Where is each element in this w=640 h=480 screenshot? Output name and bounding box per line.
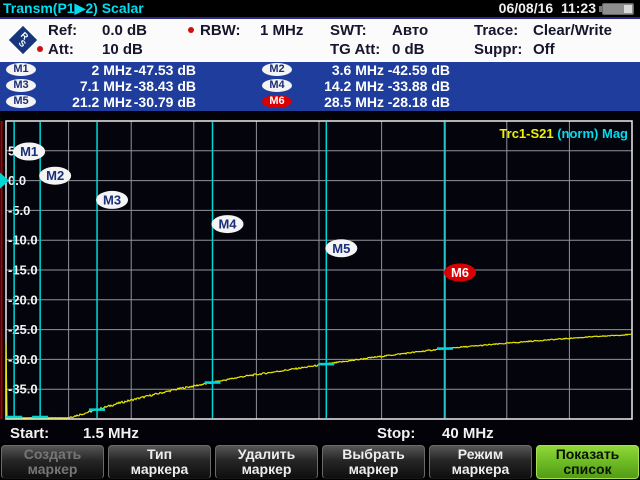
- setting-label: RBW:: [200, 22, 241, 39]
- setting-label: Att:: [48, 41, 74, 58]
- marker-frequency: 7.1 MHz: [79, 78, 132, 94]
- setting-value: 0 dB: [392, 41, 425, 58]
- marker-badge-m1[interactable]: M1: [6, 63, 36, 76]
- start-label: Start:: [10, 425, 50, 442]
- marker-badge-m3[interactable]: M3: [6, 79, 36, 92]
- marker-badge-m6-active[interactable]: M6: [262, 95, 292, 108]
- analyzer-screen: Transm(P1▶2) Scalar 06/08/16 11:23 R S R…: [0, 0, 640, 480]
- marker-frequency: 2 MHz: [91, 62, 132, 78]
- marker-level: -38.43 dB: [133, 78, 196, 94]
- setting-label: TG Att:: [330, 41, 381, 58]
- softkey-marker-mode[interactable]: Режим маркера: [429, 445, 532, 479]
- datetime: 06/08/16 11:23: [499, 0, 596, 16]
- setting-label: Trace:: [474, 22, 519, 39]
- marker-badge-m4[interactable]: M4: [262, 79, 292, 92]
- marker-frequency: 21.2 MHz: [72, 94, 132, 110]
- marker-table: M1 2 MHz -47.53 dB M2 3.6 MHz -42.59 dB …: [0, 62, 640, 111]
- setting-value: Off: [533, 41, 555, 58]
- marker-level: -42.59 dB: [387, 62, 450, 78]
- softkey-marker-type[interactable]: Тип маркера: [108, 445, 211, 479]
- modified-dot: [37, 46, 43, 52]
- softkey-select-marker[interactable]: Выбрать маркер: [322, 445, 425, 479]
- modified-dot: [188, 27, 194, 33]
- settings-panel: R S Ref: 0.0 dB Att: 10 dB RBW: 1 MHz SW…: [0, 19, 640, 62]
- softkey-create-marker[interactable]: Создать маркер: [1, 445, 104, 479]
- measurement-title: Transm(P1▶2) Scalar: [3, 0, 144, 16]
- battery-icon: [599, 3, 635, 15]
- setting-value: Clear/Write: [533, 22, 612, 39]
- marker-level: -28.18 dB: [387, 94, 450, 110]
- softkey-show-list[interactable]: Показать список: [536, 445, 639, 479]
- marker-table-row: M3 7.1 MHz -38.43 dB M4 14.2 MHz -33.88 …: [0, 78, 640, 94]
- stop-value: 40 MHz: [442, 425, 494, 442]
- frequency-axis-bar: Start: 1.5 MHz Stop: 40 MHz: [0, 424, 640, 443]
- marker-frequency: 14.2 MHz: [324, 78, 384, 94]
- setting-value: 0.0 dB: [102, 22, 148, 39]
- setting-label: Suppr:: [474, 41, 523, 58]
- setting-label: Ref:: [48, 22, 78, 39]
- marker-badge-m2[interactable]: M2: [262, 63, 292, 76]
- marker-frequency: 3.6 MHz: [331, 62, 384, 78]
- marker-table-row: M1 2 MHz -47.53 dB M2 3.6 MHz -42.59 dB: [0, 62, 640, 78]
- setting-value: 10 dB: [102, 41, 143, 58]
- date: 06/08/16: [498, 0, 554, 16]
- setting-label: SWT:: [330, 22, 367, 39]
- stop-label: Stop:: [377, 425, 416, 442]
- rs-logo: R S: [8, 25, 38, 55]
- marker-table-row: M5 21.2 MHz -30.79 dB M6 28.5 MHz -28.18…: [0, 94, 640, 110]
- marker-level: -47.53 dB: [133, 62, 196, 78]
- marker-level: -33.88 dB: [387, 78, 450, 94]
- time: 11:23: [560, 0, 596, 16]
- marker-frequency: 28.5 MHz: [324, 94, 384, 110]
- marker-badge-m5[interactable]: M5: [6, 95, 36, 108]
- chart-area: [0, 111, 640, 443]
- start-value: 1.5 MHz: [83, 425, 139, 442]
- title-bar: Transm(P1▶2) Scalar 06/08/16 11:23: [0, 0, 640, 17]
- setting-value: 1 MHz: [260, 22, 304, 39]
- marker-level: -30.79 dB: [133, 94, 196, 110]
- setting-value: Авто: [392, 22, 429, 39]
- softkey-delete-marker[interactable]: Удалить маркер: [215, 445, 318, 479]
- softkey-bar: Создать маркер Тип маркера Удалить маркер В…: [0, 444, 640, 480]
